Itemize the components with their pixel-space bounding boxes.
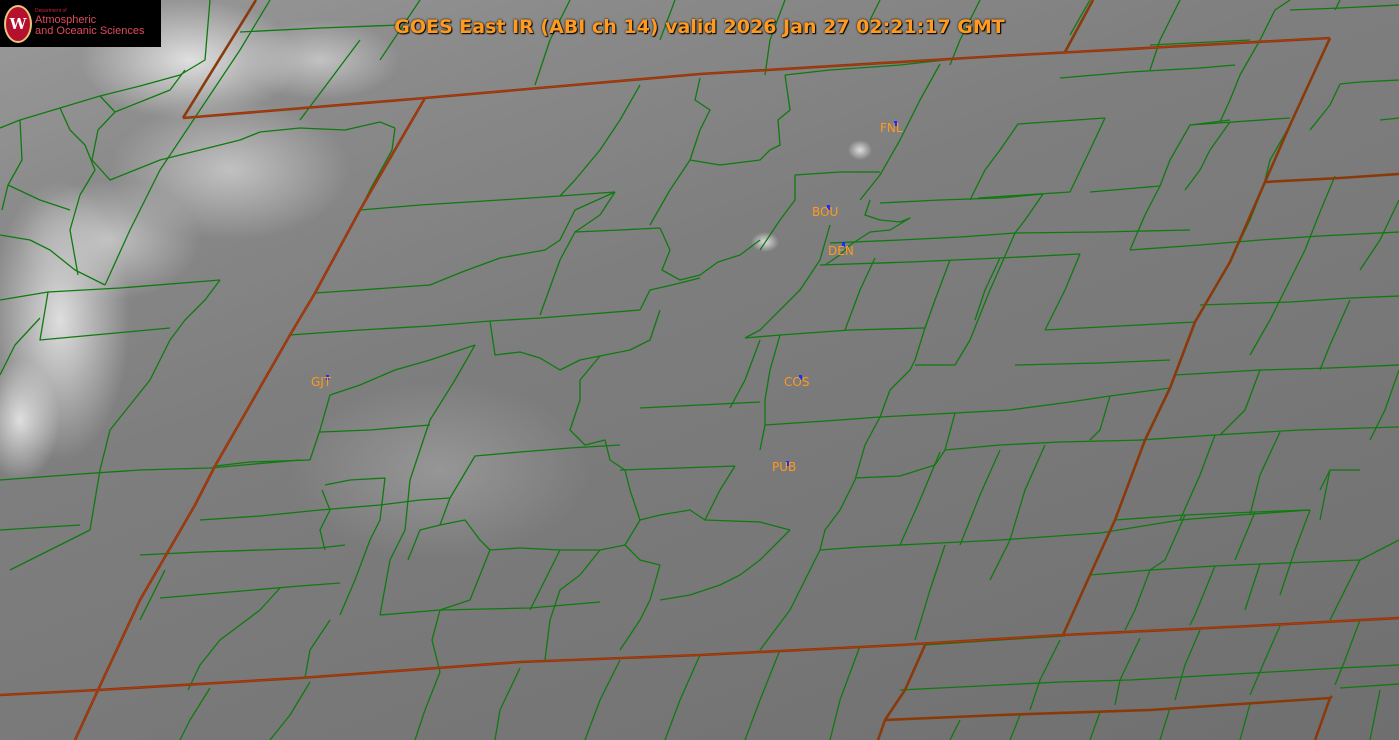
ir-imagery-map: FNL BOU DEN GJT COS PUB [0,0,1399,740]
image-title: GOES East IR (ABI ch 14) valid 2026 Jan … [394,16,1005,38]
station-label-den: DEN [828,244,854,258]
station-bou[interactable]: BOU [812,205,838,219]
station-den[interactable]: DEN [828,242,854,258]
station-label-gjt: GJT [311,375,332,389]
station-label-fnl: FNL [880,121,903,135]
cloud-field [0,0,872,560]
station-cos[interactable]: COS [784,375,809,389]
station-fnl[interactable]: FNL [880,121,903,135]
station-label-pub: PUB [772,460,796,474]
satellite-map-frame: FNL BOU DEN GJT COS PUB W Department of … [0,0,1399,740]
station-pub[interactable]: PUB [772,460,796,474]
station-label-bou: BOU [812,205,838,219]
station-label-cos: COS [784,375,809,389]
station-gjt[interactable]: GJT [311,375,332,389]
